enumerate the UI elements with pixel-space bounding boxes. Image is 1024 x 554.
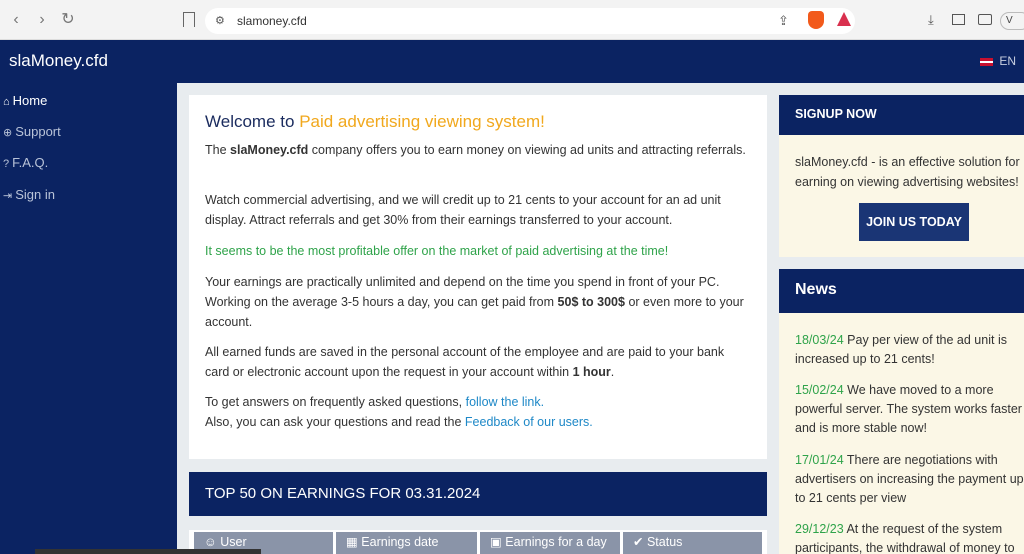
signup-header: SIGNUP NOW	[779, 95, 1024, 135]
column-earnings-date[interactable]: ▦ Earnings date	[336, 532, 477, 554]
news-item: 29/12/23 At the request of the system pa…	[795, 520, 1024, 554]
news-date: 18/03/24	[795, 333, 844, 347]
uk-flag-icon	[980, 57, 994, 66]
column-label: Earnings date	[361, 535, 439, 549]
top50-table-header: ☺ User ▦ Earnings date ▣ Earnings for a …	[189, 530, 767, 554]
profitable-offer-text: It seems to be the most profitable offer…	[205, 244, 669, 258]
taskbar-strip	[35, 549, 261, 554]
money-icon: ▣	[490, 535, 506, 549]
column-label: Earnings for a day	[505, 535, 607, 549]
signup-text: slaMoney.cfd - is an effective solution …	[795, 155, 1020, 189]
news-item: 17/01/24 There are negotiations with adv…	[795, 451, 1024, 508]
back-icon[interactable]: ‹	[8, 12, 24, 28]
site-brand[interactable]: slaMoney.cfd	[9, 51, 108, 71]
welcome-panel: Welcome to Paid advertising viewing syst…	[189, 95, 767, 459]
welcome-prefix: Welcome to	[205, 112, 295, 131]
column-label: User	[220, 535, 247, 549]
column-earnings-day[interactable]: ▣ Earnings for a day	[480, 532, 620, 554]
welcome-highlight: Paid advertising viewing system!	[299, 112, 545, 131]
download-icon[interactable]: ⤓	[928, 12, 934, 28]
language-label: EN	[999, 54, 1016, 68]
sidebar-item-support[interactable]: ⊕ Support	[3, 124, 61, 139]
intro-brand: slaMoney.cfd	[230, 143, 309, 157]
reload-icon[interactable]: ↻	[60, 12, 76, 28]
calendar-icon: ▦	[346, 535, 362, 549]
sidebar-toggle-icon[interactable]	[952, 14, 965, 25]
language-switcher[interactable]: EN	[980, 54, 1016, 68]
sidebar-item-label: Support	[15, 124, 61, 139]
sidebar-item-label: Home	[12, 93, 48, 108]
site-info-icon[interactable]: ⚙	[215, 14, 225, 27]
signup-title: SIGNUP NOW	[795, 107, 877, 121]
intro-pre: The	[205, 143, 227, 157]
news-date: 15/02/24	[795, 383, 844, 397]
sidebar: ⌂ Home ⊕ Support ? F.A.Q. ⇥ Sign in	[0, 83, 177, 554]
brave-shields-icon[interactable]	[808, 11, 824, 29]
news-header: News	[779, 269, 1024, 313]
news-item: 18/03/24 Pay per view of the ad unit is …	[795, 331, 1024, 369]
forward-icon[interactable]: ›	[34, 12, 50, 28]
payout-time: 1 hour	[572, 365, 611, 379]
globe-icon: ⊕	[3, 127, 13, 139]
signup-panel: slaMoney.cfd - is an effective solution …	[779, 135, 1024, 257]
sidebar-item-label: F.A.Q.	[12, 155, 49, 170]
faq-paragraph: To get answers on frequently asked quest…	[205, 392, 750, 432]
faq-pre: To get answers on frequently asked quest…	[205, 395, 463, 409]
share-icon[interactable]: ⇪	[778, 13, 789, 29]
top50-header: TOP 50 ON EARNINGS FOR 03.31.2024	[189, 472, 767, 516]
sidebar-item-home[interactable]: ⌂ Home	[3, 93, 47, 108]
payout-post: .	[610, 365, 615, 379]
payout-paragraph: All earned funds are saved in the person…	[205, 342, 750, 382]
sidebar-item-faq[interactable]: ? F.A.Q.	[3, 155, 48, 170]
check-icon: ✔	[633, 535, 647, 549]
payout-pre: All earned funds are saved in the person…	[205, 345, 725, 379]
user-icon: ☺	[204, 535, 221, 549]
column-status[interactable]: ✔ Status	[623, 532, 762, 554]
feedback-pre: Also, you can ask your questions and rea…	[205, 415, 462, 429]
home-icon: ⌂	[3, 96, 10, 108]
faq-link[interactable]: follow the link.	[466, 395, 545, 409]
news-panel: 18/03/24 Pay per view of the ad unit is …	[779, 313, 1024, 554]
address-bar[interactable]: ⚙ slamoney.cfd	[205, 8, 855, 34]
news-title: News	[795, 281, 837, 298]
join-button[interactable]: JOIN US TODAY	[859, 203, 969, 241]
advertising-paragraph: Watch commercial advertising, and we wil…	[205, 193, 721, 227]
brave-rewards-icon[interactable]	[837, 12, 851, 26]
news-date: 17/01/24	[795, 453, 844, 467]
url-text[interactable]: slamoney.cfd	[237, 14, 307, 28]
sidebar-item-label: Sign in	[15, 187, 55, 202]
site-header: slaMoney.cfd EN	[0, 40, 1024, 83]
sign-in-icon: ⇥	[3, 190, 13, 202]
feedback-link[interactable]: Feedback of our users.	[465, 415, 593, 429]
column-label: Status	[646, 535, 683, 549]
question-icon: ?	[3, 158, 10, 170]
welcome-title: Welcome to Paid advertising viewing syst…	[205, 112, 545, 132]
news-date: 29/12/23	[795, 522, 844, 536]
profile-label: V	[1006, 15, 1013, 26]
intro-paragraph: The slaMoney.cfd company offers you to e…	[205, 140, 750, 160]
top50-title: TOP 50 ON EARNINGS FOR 03.31.2024	[205, 485, 481, 502]
bookmark-icon[interactable]	[183, 12, 195, 27]
browser-toolbar: ‹ › ↻ ⚙ slamoney.cfd ⇪ ⤓ V	[0, 0, 1024, 40]
wallet-icon[interactable]	[978, 14, 992, 25]
profile-button[interactable]: V	[1000, 12, 1024, 30]
earnings-paragraph: Your earnings are practically unlimited …	[205, 272, 750, 332]
intro-post: company offers you to earn money on view…	[311, 143, 746, 157]
news-item: 15/02/24 We have moved to a more powerfu…	[795, 381, 1024, 438]
sidebar-item-sign-in[interactable]: ⇥ Sign in	[3, 187, 55, 202]
earnings-range: 50$ to 300$	[557, 295, 625, 309]
